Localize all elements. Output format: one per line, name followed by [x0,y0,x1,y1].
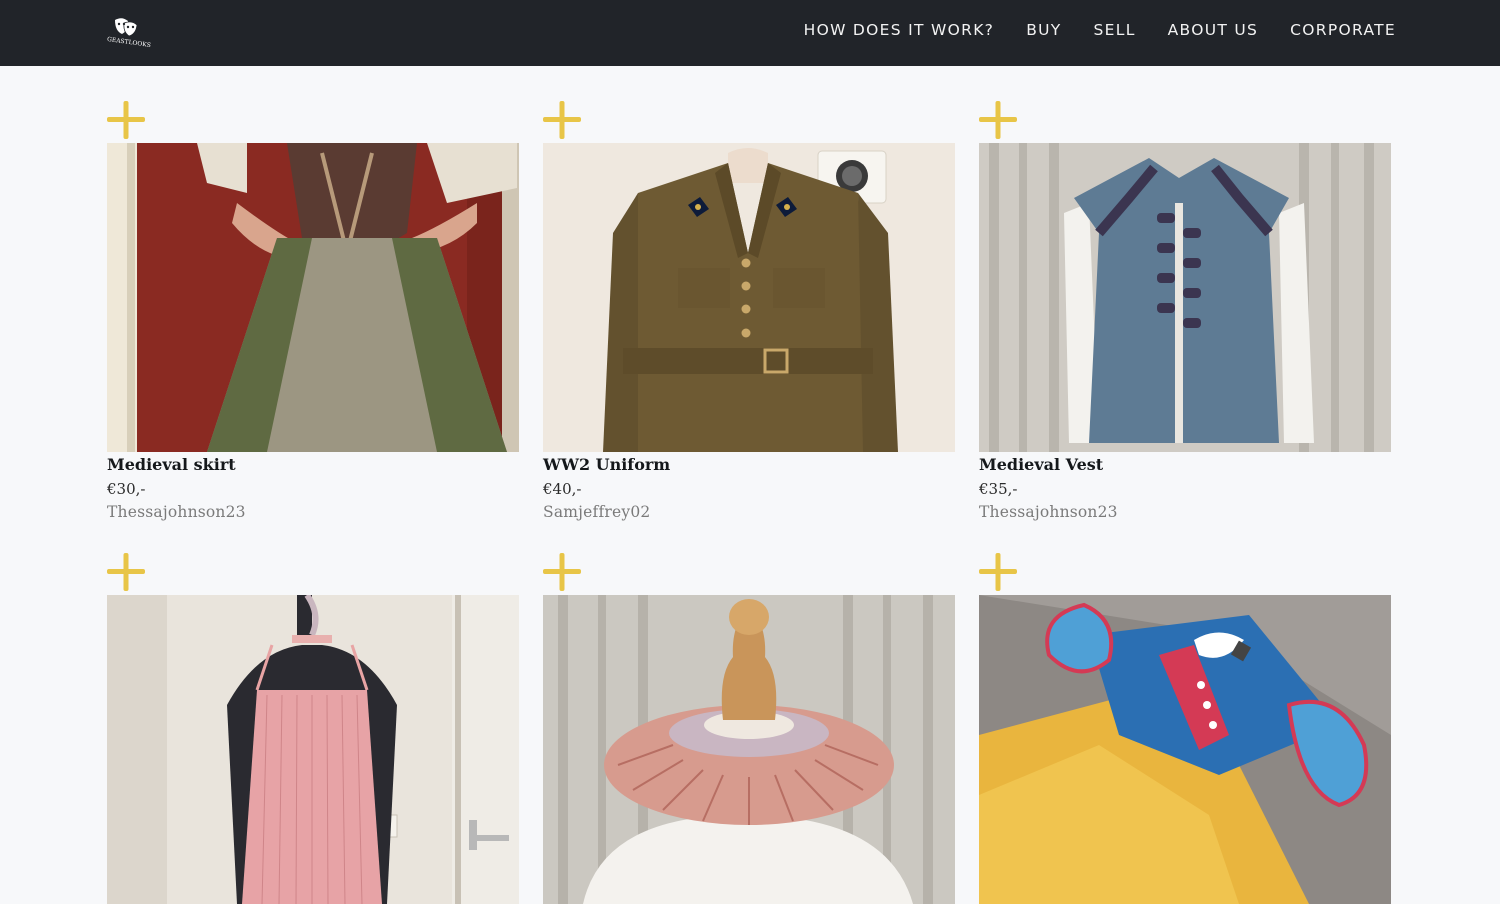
product-photo[interactable] [543,595,955,904]
plus-icon[interactable] [979,553,1019,593]
nav-corporate[interactable]: CORPORATE [1290,21,1396,39]
plus-icon[interactable] [543,101,583,141]
product-seller[interactable]: Thessajohnson23 [107,503,246,521]
plus-icon[interactable] [979,101,1019,141]
product-price: €35,- [979,480,1018,498]
top-navigation-bar: GEASTLOOKS HOW DOES IT WORK? BUY SELL AB… [0,0,1500,66]
product-seller[interactable]: Thessajohnson23 [979,503,1118,521]
product-photo[interactable] [979,143,1391,452]
product-photo[interactable] [107,595,519,904]
nav-about-us[interactable]: ABOUT US [1168,21,1259,39]
plus-icon[interactable] [543,553,583,593]
product-title[interactable]: WW2 Uniform [543,455,670,474]
nav-buy[interactable]: BUY [1026,21,1061,39]
product-price: €30,- [107,480,146,498]
product-photo[interactable] [107,143,519,452]
nav-sell[interactable]: SELL [1094,21,1136,39]
nav-how-it-works[interactable]: HOW DOES IT WORK? [804,21,995,39]
product-seller[interactable]: Samjeffrey02 [543,503,650,521]
product-price: €40,- [543,480,582,498]
plus-icon[interactable] [107,553,147,593]
product-photo[interactable] [979,595,1391,904]
theatre-masks-logo-icon[interactable]: GEASTLOOKS [104,16,154,49]
product-title[interactable]: Medieval skirt [107,455,236,474]
plus-icon[interactable] [107,101,147,141]
svg-text:GEASTLOOKS: GEASTLOOKS [107,36,152,48]
product-title[interactable]: Medieval Vest [979,455,1103,474]
main-nav: HOW DOES IT WORK? BUY SELL ABOUT US CORP… [772,0,1396,60]
product-photo[interactable] [543,143,955,452]
